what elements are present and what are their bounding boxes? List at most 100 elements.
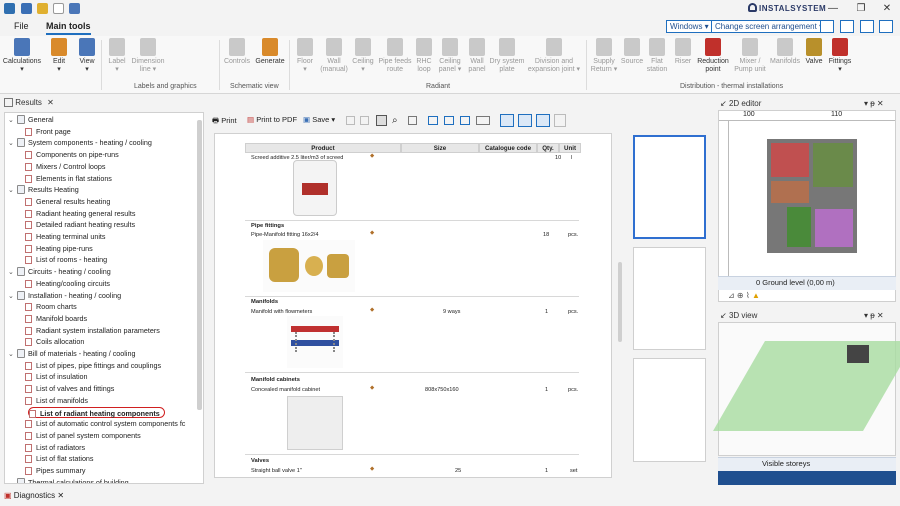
fit-width-icon[interactable] [428,116,438,125]
tree-item[interactable]: List of flat stations [25,453,94,464]
fit-page-icon[interactable] [408,116,417,125]
tree-scrollbar[interactable] [197,120,202,410]
tree-item[interactable]: List of automatic control system compone… [25,418,185,429]
controls-button[interactable]: Controls [222,38,252,66]
level-select[interactable]: 0 Ground level (0,00 m) [756,278,835,287]
zoom-icon[interactable] [444,116,454,125]
copy-icon[interactable] [346,116,355,125]
close-button[interactable]: ✕ [876,2,898,16]
tree-item[interactable]: Coils allocation [25,336,84,347]
tree-item[interactable]: Radiant system installation parameters [25,325,160,336]
tree-item[interactable]: General results heating [25,196,110,207]
tree-item[interactable]: List of insulation [25,371,88,382]
tree-item[interactable]: List of manifolds [25,395,88,406]
chevron-down-icon[interactable]: ⌄ [8,115,17,126]
wall-panel-button[interactable]: Wall panel [465,38,489,74]
tree-folder[interactable]: ⌄ Thermal calculations of building [8,477,129,483]
tree-folder[interactable]: ⌄ Installation - heating / cooling [8,290,121,301]
paste-icon[interactable] [360,116,369,125]
tree-item[interactable]: Radiant heating general results [25,208,136,219]
print-button[interactable]: 🖶 Print [212,115,237,128]
thumbnails-icon[interactable] [554,114,566,127]
tree-item[interactable]: Heating pipe-runs [25,243,93,254]
tree-item[interactable]: Components on pipe-runs [25,149,119,160]
dry-system-plate-button[interactable]: Dry system plate [488,38,526,74]
division-expansion-joint-button[interactable]: Division and expansion joint ▾ [526,38,582,74]
menu-main-tools[interactable]: Main tools [46,21,91,35]
info-icon[interactable]: ◆ [370,466,374,472]
editor-2d-controls[interactable]: ▾ ᵽ ✕ [864,99,884,108]
tree-folder[interactable]: ⌄ General [8,114,54,125]
tree-item[interactable]: Front page [25,126,71,137]
ceiling-button[interactable]: Ceiling ▾ [349,38,377,74]
windows-dropdown[interactable]: Windows ▾ [666,20,713,33]
dimension-line-button[interactable]: Dimension line ▾ [128,38,168,74]
chevron-down-icon[interactable]: ⌄ [8,291,17,302]
open-folder-icon[interactable] [37,3,48,14]
save-doc-button[interactable]: ▣ Save ▾ [303,115,335,124]
restore-button[interactable]: ❐ [850,2,872,16]
warning-icon[interactable]: ▲ [752,291,760,300]
tree-item[interactable]: List of radiators [25,442,85,453]
chevron-down-icon[interactable]: ⌄ [8,478,17,483]
fittings-button[interactable]: Fittings ▾ [826,38,854,74]
visible-storeys-select[interactable]: Visible storeys [762,459,810,468]
screen-arrangement-dropdown[interactable]: Change screen arrangement ▾ [711,20,828,33]
info-icon[interactable]: ◆ [370,385,374,391]
chevron-down-icon[interactable]: ⌄ [8,138,17,149]
tree-item[interactable]: List of rooms - heating [25,254,107,265]
chevron-down-icon[interactable]: ⌄ [8,349,17,360]
info-icon[interactable]: ◆ [370,153,374,159]
tree-item[interactable]: Manifold boards [25,313,87,324]
valve-button[interactable]: Valve [803,38,825,66]
chevron-down-icon[interactable]: ⌄ [8,185,17,196]
help-icon[interactable] [860,20,874,33]
two-pages-icon[interactable] [460,116,470,125]
undo-icon[interactable] [69,3,80,14]
page-thumbnail-3[interactable] [633,358,706,462]
manifolds-button[interactable]: Manifolds [767,38,803,66]
document-scrollbar[interactable] [618,262,622,342]
tree-item[interactable]: Elements in flat stations [25,173,112,184]
print-pdf-button[interactable]: ▤ Print to PDF [247,115,297,124]
layout-icon[interactable] [820,20,834,33]
tree-item[interactable]: List of radiant heating components [28,406,165,418]
tree-folder[interactable]: ⌄ System components - heating / cooling [8,137,152,148]
reduction-point-button[interactable]: Reduction point [694,38,732,74]
ceiling-panel-button[interactable]: Ceiling panel ▾ [435,38,465,74]
calculations-button[interactable]: Calculations ▾ [2,38,42,74]
view-3d-toolbar[interactable] [718,471,896,485]
grid-view-icon[interactable] [476,116,490,125]
mixer-pump-unit-button[interactable]: Mixer / Pump unit [732,38,768,74]
diagnostics-tab[interactable]: ▣ Diagnostics ✕ [4,491,64,500]
collapse-ribbon-icon[interactable] [879,20,893,33]
tree-item[interactable]: List of valves and fittings [25,383,114,394]
generate-button[interactable]: Generate [254,38,286,66]
flat-station-button[interactable]: Flat station [644,38,670,74]
edit-button[interactable]: Edit ▾ [47,38,71,74]
close-results-icon[interactable]: ✕ [47,98,54,107]
tree-folder[interactable]: ⌄ Bill of materials - heating / cooling [8,348,135,359]
list-view-icon[interactable] [536,114,550,127]
new-document-icon[interactable] [53,3,64,14]
pipe-feeds-route-button[interactable]: Pipe feeds route [377,38,413,74]
tree-folder[interactable]: ⌄ Circuits - heating / cooling [8,266,111,277]
ribbon-options-icon[interactable] [840,20,854,33]
menu-file[interactable]: File [14,21,29,31]
view-button[interactable]: View ▾ [75,38,99,74]
tree-item[interactable]: List of panel system components [25,430,141,441]
floor-button[interactable]: Floor ▾ [291,38,319,74]
rhc-loop-button[interactable]: RHC loop [413,38,435,74]
tree-folder[interactable]: ⌄ Results Heating [8,184,79,195]
tree-item[interactable]: Pipes summary [25,465,86,476]
tree-item[interactable]: Heating/cooling circuits [25,278,110,289]
info-icon[interactable]: ◆ [370,307,374,313]
label-button[interactable]: Label ▾ [104,38,130,74]
info-icon[interactable]: ◆ [370,230,374,236]
view-3d-controls[interactable]: ▾ ᵽ ✕ [864,311,884,320]
view-3d-canvas[interactable] [713,322,900,456]
tree-item[interactable]: Heating terminal units [25,231,106,242]
tree-item[interactable]: List of pipes, pipe fittings and couplin… [25,360,161,371]
page-thumbnail-1[interactable] [633,135,706,239]
save-icon[interactable] [21,3,32,14]
